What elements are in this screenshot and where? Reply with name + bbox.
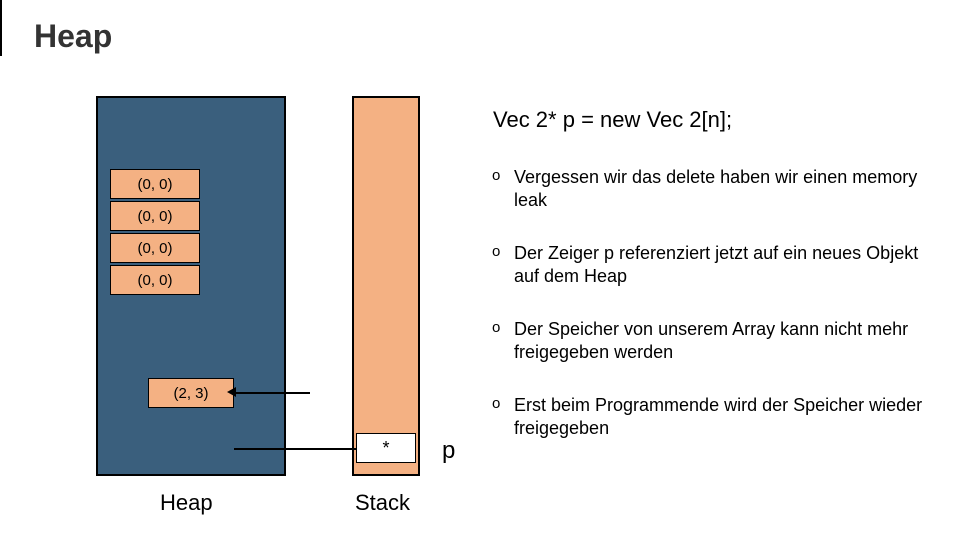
bullet-item-2: Der Speicher von unserem Array kann nich… bbox=[490, 318, 930, 364]
bullet-item-0: Vergessen wir das delete haben wir einen… bbox=[490, 166, 930, 212]
pointer-name-label: p bbox=[442, 437, 455, 465]
stack-label: Stack bbox=[355, 490, 410, 516]
bullet-item-1: Der Zeiger p referenziert jetzt auf ein … bbox=[490, 242, 930, 288]
heap-detached-cell: (2, 3) bbox=[148, 378, 234, 408]
heap-array-cell-3: (0, 0) bbox=[110, 265, 200, 295]
stack-region bbox=[352, 96, 420, 476]
heap-label: Heap bbox=[160, 490, 213, 516]
bullet-list: Vergessen wir das delete haben wir einen… bbox=[490, 166, 930, 470]
heap-array-cell-2: (0, 0) bbox=[110, 233, 200, 263]
heap-array-cell-0: (0, 0) bbox=[110, 169, 200, 199]
heap-array-cell-1: (0, 0) bbox=[110, 201, 200, 231]
pointer-arrow-segment-3 bbox=[234, 448, 357, 450]
pointer-arrow-head bbox=[227, 387, 236, 397]
stack-pointer-cell: * bbox=[356, 433, 416, 463]
pointer-arrow-segment-1 bbox=[234, 392, 310, 394]
pointer-arrow-segment-2 bbox=[0, 0, 2, 56]
bullet-item-3: Erst beim Programmende wird der Speicher… bbox=[490, 394, 930, 440]
code-expression: Vec 2* p = new Vec 2[n]; bbox=[493, 107, 732, 133]
slide-title: Heap bbox=[34, 18, 112, 55]
